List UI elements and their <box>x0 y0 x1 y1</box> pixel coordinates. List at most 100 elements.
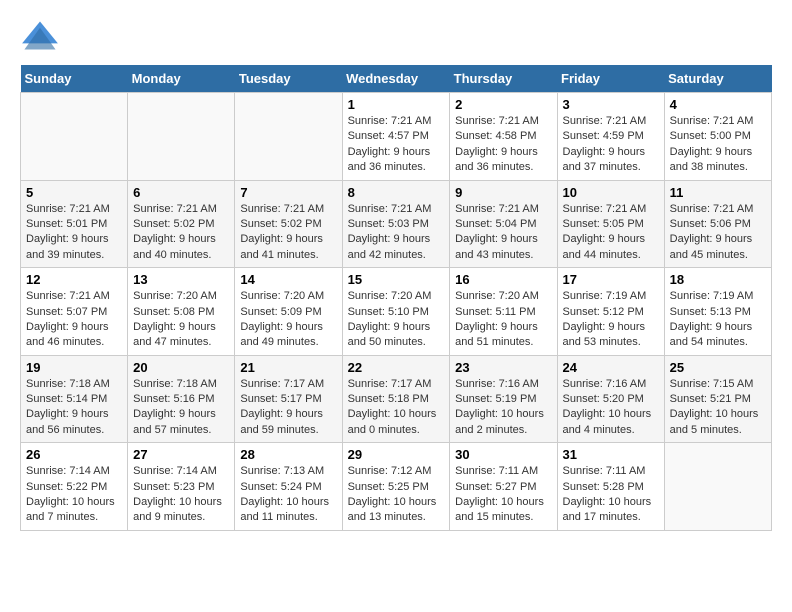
calendar-cell: 25 Sunrise: 7:15 AM Sunset: 5:21 PM Dayli… <box>664 355 771 443</box>
day-number: 24 <box>563 360 659 375</box>
day-info: Sunrise: 7:13 AM Sunset: 5:24 PM Dayligh… <box>240 464 336 526</box>
week-row-2: 5 Sunrise: 7:21 AM Sunset: 5:01 PM Daylig… <box>21 180 772 268</box>
calendar-cell: 26 Sunrise: 7:14 AM Sunset: 5:22 PM Dayli… <box>21 443 128 531</box>
day-info: Sunrise: 7:15 AM Sunset: 5:21 PM Dayligh… <box>670 377 766 439</box>
calendar-cell: 17 Sunrise: 7:19 AM Sunset: 5:12 PM Dayli… <box>557 268 664 356</box>
day-info: Sunrise: 7:11 AM Sunset: 5:27 PM Dayligh… <box>455 464 551 526</box>
calendar-cell: 19Sunrise: 7:18 AM Sunset: 5:14 PM Dayli… <box>21 355 128 443</box>
calendar-cell: 23Sunrise: 7:16 AM Sunset: 5:19 PM Dayli… <box>450 355 557 443</box>
day-info: Sunrise: 7:19 AM Sunset: 5:12 PM Dayligh… <box>563 289 659 351</box>
day-number: 3 <box>563 97 659 112</box>
day-info: Sunrise: 7:12 AM Sunset: 5:25 PM Dayligh… <box>348 464 445 526</box>
logo-icon <box>20 20 60 55</box>
week-row-1: 1 Sunrise: 7:21 AM Sunset: 4:57 PM Daylig… <box>21 93 772 181</box>
calendar-cell: 10 Sunrise: 7:21 AM Sunset: 5:05 PM Dayli… <box>557 180 664 268</box>
calendar-cell: 7Sunrise: 7:21 AM Sunset: 5:02 PM Daylig… <box>235 180 342 268</box>
day-number: 15 <box>348 272 445 287</box>
calendar-cell <box>664 443 771 531</box>
calendar-cell: 21 Sunrise: 7:17 AM Sunset: 5:17 PM Dayli… <box>235 355 342 443</box>
calendar-cell: 9 Sunrise: 7:21 AM Sunset: 5:04 PM Daylig… <box>450 180 557 268</box>
calendar-cell: 2 Sunrise: 7:21 AM Sunset: 4:58 PM Daylig… <box>450 93 557 181</box>
day-number: 19 <box>26 360 122 375</box>
calendar-cell: 8 Sunrise: 7:21 AM Sunset: 5:03 PM Daylig… <box>342 180 450 268</box>
day-info: Sunrise: 7:21 AM Sunset: 4:58 PM Dayligh… <box>455 114 551 176</box>
day-number: 23 <box>455 360 551 375</box>
day-info: Sunrise: 7:17 AM Sunset: 5:18 PM Dayligh… <box>348 377 445 439</box>
calendar-cell: 12Sunrise: 7:21 AM Sunset: 5:07 PM Dayli… <box>21 268 128 356</box>
page-header <box>20 20 772 55</box>
day-number: 1 <box>348 97 445 112</box>
calendar-cell: 5 Sunrise: 7:21 AM Sunset: 5:01 PM Daylig… <box>21 180 128 268</box>
day-header-tuesday: Tuesday <box>235 65 342 93</box>
day-number: 14 <box>240 272 336 287</box>
calendar-cell <box>21 93 128 181</box>
day-info: Sunrise: 7:21 AM Sunset: 4:57 PM Dayligh… <box>348 114 445 176</box>
calendar-cell: 16Sunrise: 7:20 AM Sunset: 5:11 PM Dayli… <box>450 268 557 356</box>
day-number: 31 <box>563 447 659 462</box>
day-header-friday: Friday <box>557 65 664 93</box>
day-info: Sunrise: 7:21 AM Sunset: 5:05 PM Dayligh… <box>563 202 659 264</box>
header-row: SundayMondayTuesdayWednesdayThursdayFrid… <box>21 65 772 93</box>
calendar-cell: 20 Sunrise: 7:18 AM Sunset: 5:16 PM Dayli… <box>128 355 235 443</box>
day-info: Sunrise: 7:21 AM Sunset: 5:03 PM Dayligh… <box>348 202 445 264</box>
calendar-cell: 1 Sunrise: 7:21 AM Sunset: 4:57 PM Daylig… <box>342 93 450 181</box>
day-header-saturday: Saturday <box>664 65 771 93</box>
calendar-cell: 15 Sunrise: 7:20 AM Sunset: 5:10 PM Dayli… <box>342 268 450 356</box>
day-number: 22 <box>348 360 445 375</box>
day-info: Sunrise: 7:16 AM Sunset: 5:20 PM Dayligh… <box>563 377 659 439</box>
day-number: 5 <box>26 185 122 200</box>
day-number: 26 <box>26 447 122 462</box>
day-info: Sunrise: 7:21 AM Sunset: 4:59 PM Dayligh… <box>563 114 659 176</box>
day-header-sunday: Sunday <box>21 65 128 93</box>
day-number: 29 <box>348 447 445 462</box>
day-info: Sunrise: 7:21 AM Sunset: 5:01 PM Dayligh… <box>26 202 122 264</box>
day-number: 18 <box>670 272 766 287</box>
calendar-cell: 29 Sunrise: 7:12 AM Sunset: 5:25 PM Dayli… <box>342 443 450 531</box>
day-number: 21 <box>240 360 336 375</box>
calendar-cell: 13Sunrise: 7:20 AM Sunset: 5:08 PM Dayli… <box>128 268 235 356</box>
day-number: 16 <box>455 272 551 287</box>
week-row-3: 12Sunrise: 7:21 AM Sunset: 5:07 PM Dayli… <box>21 268 772 356</box>
day-number: 10 <box>563 185 659 200</box>
day-info: Sunrise: 7:14 AM Sunset: 5:22 PM Dayligh… <box>26 464 122 526</box>
day-number: 8 <box>348 185 445 200</box>
calendar-cell: 18Sunrise: 7:19 AM Sunset: 5:13 PM Dayli… <box>664 268 771 356</box>
day-number: 11 <box>670 185 766 200</box>
day-number: 9 <box>455 185 551 200</box>
day-number: 6 <box>133 185 229 200</box>
day-header-wednesday: Wednesday <box>342 65 450 93</box>
calendar-cell: 27Sunrise: 7:14 AM Sunset: 5:23 PM Dayli… <box>128 443 235 531</box>
day-info: Sunrise: 7:20 AM Sunset: 5:09 PM Dayligh… <box>240 289 336 351</box>
calendar-table: SundayMondayTuesdayWednesdayThursdayFrid… <box>20 65 772 531</box>
day-header-thursday: Thursday <box>450 65 557 93</box>
day-info: Sunrise: 7:18 AM Sunset: 5:16 PM Dayligh… <box>133 377 229 439</box>
day-number: 13 <box>133 272 229 287</box>
day-number: 7 <box>240 185 336 200</box>
day-info: Sunrise: 7:21 AM Sunset: 5:06 PM Dayligh… <box>670 202 766 264</box>
day-info: Sunrise: 7:21 AM Sunset: 5:04 PM Dayligh… <box>455 202 551 264</box>
calendar-cell: 14 Sunrise: 7:20 AM Sunset: 5:09 PM Dayli… <box>235 268 342 356</box>
day-number: 20 <box>133 360 229 375</box>
day-header-monday: Monday <box>128 65 235 93</box>
day-info: Sunrise: 7:21 AM Sunset: 5:00 PM Dayligh… <box>670 114 766 176</box>
day-number: 4 <box>670 97 766 112</box>
day-info: Sunrise: 7:17 AM Sunset: 5:17 PM Dayligh… <box>240 377 336 439</box>
week-row-4: 19Sunrise: 7:18 AM Sunset: 5:14 PM Dayli… <box>21 355 772 443</box>
day-info: Sunrise: 7:20 AM Sunset: 5:10 PM Dayligh… <box>348 289 445 351</box>
day-number: 25 <box>670 360 766 375</box>
calendar-cell: 4 Sunrise: 7:21 AM Sunset: 5:00 PM Daylig… <box>664 93 771 181</box>
day-info: Sunrise: 7:14 AM Sunset: 5:23 PM Dayligh… <box>133 464 229 526</box>
calendar-cell: 31 Sunrise: 7:11 AM Sunset: 5:28 PM Dayli… <box>557 443 664 531</box>
calendar-cell: 24 Sunrise: 7:16 AM Sunset: 5:20 PM Dayli… <box>557 355 664 443</box>
day-number: 17 <box>563 272 659 287</box>
day-info: Sunrise: 7:11 AM Sunset: 5:28 PM Dayligh… <box>563 464 659 526</box>
calendar-cell: 11 Sunrise: 7:21 AM Sunset: 5:06 PM Dayli… <box>664 180 771 268</box>
day-number: 28 <box>240 447 336 462</box>
calendar-cell: 3 Sunrise: 7:21 AM Sunset: 4:59 PM Daylig… <box>557 93 664 181</box>
calendar-cell <box>235 93 342 181</box>
week-row-5: 26 Sunrise: 7:14 AM Sunset: 5:22 PM Dayli… <box>21 443 772 531</box>
calendar-cell <box>128 93 235 181</box>
day-info: Sunrise: 7:21 AM Sunset: 5:07 PM Dayligh… <box>26 289 122 351</box>
day-number: 30 <box>455 447 551 462</box>
day-number: 2 <box>455 97 551 112</box>
